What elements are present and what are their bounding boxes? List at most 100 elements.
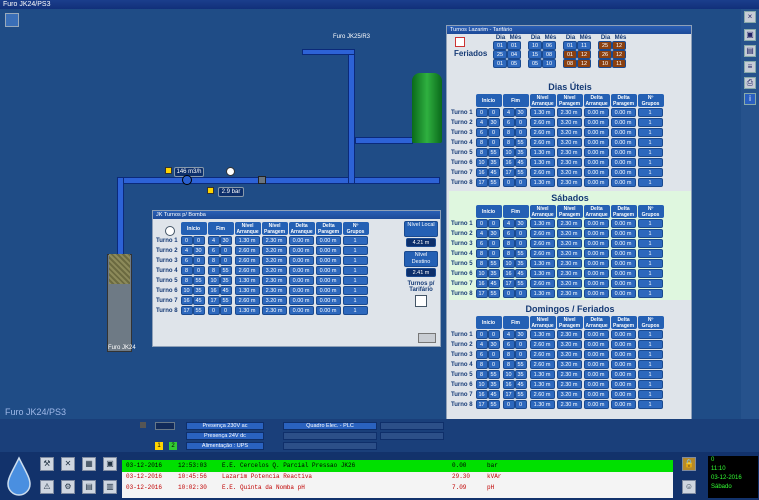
value-cell[interactable]: 55 bbox=[219, 266, 232, 275]
value-cell[interactable]: 1.30 m bbox=[234, 236, 260, 245]
value-cell[interactable]: 55 bbox=[514, 168, 527, 177]
value-cell[interactable]: 2.30 m bbox=[556, 219, 582, 228]
value-cell[interactable]: 0.00 m bbox=[583, 350, 609, 359]
value-cell[interactable]: 0.00 m bbox=[288, 286, 314, 295]
value-cell[interactable]: 0 bbox=[192, 266, 205, 275]
value-cell[interactable]: 2.30 m bbox=[556, 148, 582, 157]
value-cell[interactable]: 2.60 m bbox=[529, 360, 555, 369]
value-cell[interactable]: 1.30 m bbox=[234, 306, 260, 315]
value-cell[interactable]: 17 bbox=[180, 306, 193, 315]
value-cell[interactable]: 0 bbox=[514, 350, 527, 359]
value-cell[interactable]: 1 bbox=[342, 296, 368, 305]
value-cell[interactable]: 2.30 m bbox=[556, 370, 582, 379]
value-cell[interactable]: 2.60 m bbox=[234, 246, 260, 255]
value-cell[interactable]: 1 bbox=[637, 219, 663, 228]
value-cell[interactable]: 1 bbox=[637, 370, 663, 379]
value-cell[interactable]: 55 bbox=[514, 249, 527, 258]
value-cell[interactable]: 2.30 m bbox=[556, 400, 582, 409]
value-cell[interactable]: 1.30 m bbox=[529, 219, 555, 228]
value-cell[interactable]: 1.30 m bbox=[529, 269, 555, 278]
value-cell[interactable]: 1 bbox=[637, 400, 663, 409]
value-cell[interactable]: 8 bbox=[207, 266, 220, 275]
value-cell[interactable]: 2.30 m bbox=[261, 236, 287, 245]
value-cell[interactable]: 0.00 m bbox=[288, 266, 314, 275]
value-cell[interactable]: 0 bbox=[502, 178, 515, 187]
value-cell[interactable]: 0 bbox=[514, 340, 527, 349]
value-cell[interactable]: 1 bbox=[637, 330, 663, 339]
value-cell[interactable]: 12 bbox=[577, 59, 591, 68]
value-cell[interactable]: 1 bbox=[342, 266, 368, 275]
window-icon[interactable]: ▤ bbox=[744, 45, 756, 57]
value-cell[interactable]: 0.00 m bbox=[583, 168, 609, 177]
value-cell[interactable]: 45 bbox=[514, 158, 527, 167]
value-cell[interactable]: 0.00 m bbox=[315, 296, 341, 305]
value-cell[interactable]: 0.00 m bbox=[288, 306, 314, 315]
value-cell[interactable]: 2.60 m bbox=[529, 249, 555, 258]
value-cell[interactable]: 0 bbox=[487, 108, 500, 117]
value-cell[interactable]: 04 bbox=[507, 50, 521, 59]
value-cell[interactable]: 17 bbox=[502, 390, 515, 399]
value-cell[interactable]: 8 bbox=[475, 138, 488, 147]
value-cell[interactable]: 0.00 m bbox=[610, 289, 636, 298]
value-cell[interactable]: 6 bbox=[475, 350, 488, 359]
value-cell[interactable]: 0.00 m bbox=[315, 286, 341, 295]
valve-icon[interactable] bbox=[258, 176, 266, 184]
value-cell[interactable]: 0.00 m bbox=[610, 370, 636, 379]
value-cell[interactable]: 0.00 m bbox=[583, 269, 609, 278]
value-cell[interactable]: 0.00 m bbox=[288, 236, 314, 245]
value-cell[interactable]: 0.00 m bbox=[610, 350, 636, 359]
value-cell[interactable]: 3.20 m bbox=[261, 246, 287, 255]
value-cell[interactable]: 2.60 m bbox=[529, 279, 555, 288]
value-cell[interactable]: 1 bbox=[637, 360, 663, 369]
value-cell[interactable]: 0 bbox=[219, 256, 232, 265]
value-cell[interactable]: 0 bbox=[487, 360, 500, 369]
value-cell[interactable]: 1 bbox=[637, 279, 663, 288]
value-cell[interactable]: 0.00 m bbox=[583, 400, 609, 409]
presenca-24-button[interactable]: Presença 24V dc bbox=[186, 432, 264, 440]
value-cell[interactable]: 25 bbox=[598, 41, 612, 50]
value-cell[interactable]: 10 bbox=[502, 148, 515, 157]
alarm-row[interactable]: 03-12-2016 12:53:03 E.E. Cercelos Q. Parci… bbox=[122, 461, 673, 471]
value-cell[interactable]: 4 bbox=[475, 229, 488, 238]
value-cell[interactable]: 55 bbox=[192, 306, 205, 315]
value-cell[interactable]: 0.00 m bbox=[583, 289, 609, 298]
value-cell[interactable]: 1 bbox=[342, 256, 368, 265]
value-cell[interactable]: 3.20 m bbox=[556, 390, 582, 399]
value-cell[interactable]: 2.30 m bbox=[556, 330, 582, 339]
value-cell[interactable]: 05 bbox=[507, 59, 521, 68]
value-cell[interactable]: 6 bbox=[502, 118, 515, 127]
value-cell[interactable]: 0.00 m bbox=[610, 219, 636, 228]
value-cell[interactable]: 1 bbox=[637, 118, 663, 127]
value-cell[interactable]: 0.00 m bbox=[583, 219, 609, 228]
value-cell[interactable]: 35 bbox=[514, 370, 527, 379]
value-cell[interactable]: 30 bbox=[514, 219, 527, 228]
value-cell[interactable]: 6 bbox=[475, 239, 488, 248]
value-cell[interactable]: 0 bbox=[514, 239, 527, 248]
value-cell[interactable]: 0 bbox=[475, 108, 488, 117]
value-cell[interactable]: 10 bbox=[502, 370, 515, 379]
value-cell[interactable]: 17 bbox=[502, 168, 515, 177]
value-cell[interactable]: 35 bbox=[487, 269, 500, 278]
value-cell[interactable]: 1.30 m bbox=[529, 148, 555, 157]
value-cell[interactable]: 08 bbox=[563, 59, 577, 68]
screens-icon[interactable]: ▣ bbox=[103, 457, 117, 471]
value-cell[interactable]: 0.00 m bbox=[288, 296, 314, 305]
value-cell[interactable]: 8 bbox=[502, 138, 515, 147]
value-cell[interactable]: 1 bbox=[637, 249, 663, 258]
value-cell[interactable]: 55 bbox=[514, 138, 527, 147]
window-icon-2[interactable]: ▦ bbox=[82, 457, 96, 471]
value-cell[interactable]: 35 bbox=[192, 286, 205, 295]
value-cell[interactable]: 2.30 m bbox=[261, 306, 287, 315]
value-cell[interactable]: 45 bbox=[487, 390, 500, 399]
value-cell[interactable]: 3.20 m bbox=[556, 360, 582, 369]
close-icon[interactable]: × bbox=[744, 11, 756, 23]
value-cell[interactable]: 0.00 m bbox=[610, 118, 636, 127]
value-cell[interactable]: 17 bbox=[207, 296, 220, 305]
value-cell[interactable]: 30 bbox=[192, 246, 205, 255]
value-cell[interactable]: 0.00 m bbox=[315, 246, 341, 255]
value-cell[interactable]: 0.00 m bbox=[610, 360, 636, 369]
value-cell[interactable]: 3.20 m bbox=[556, 128, 582, 137]
value-cell[interactable]: 1.30 m bbox=[529, 370, 555, 379]
value-cell[interactable]: 2.60 m bbox=[234, 296, 260, 305]
value-cell[interactable]: 1.30 m bbox=[234, 286, 260, 295]
